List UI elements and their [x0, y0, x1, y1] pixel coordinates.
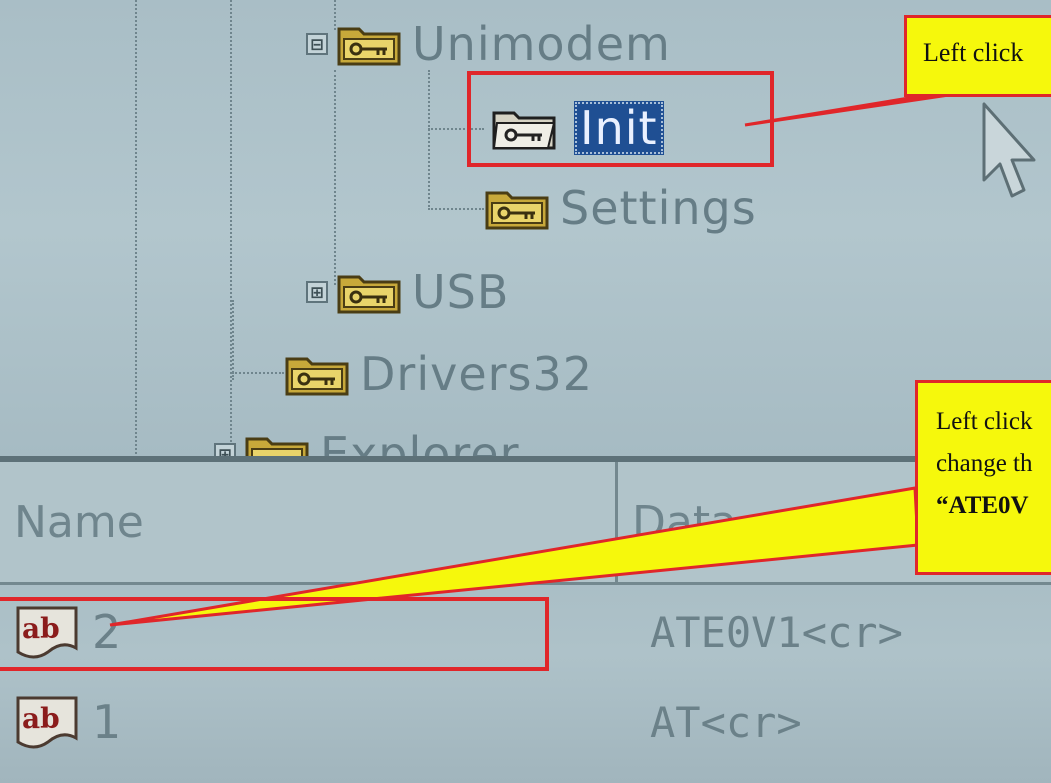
callout-text: change th — [936, 450, 1033, 477]
callout-top: Left click — [904, 15, 1051, 97]
highlight-init-node — [467, 71, 774, 167]
mouse-cursor-icon — [982, 102, 1036, 198]
highlight-value-row — [0, 597, 549, 671]
callout-bottom: Left click change th “ATE0V — [915, 380, 1051, 575]
callout-text: Left click — [936, 408, 1033, 435]
callout-text: Left click — [923, 38, 1024, 67]
callout-text: “ATE0V — [936, 492, 1029, 519]
